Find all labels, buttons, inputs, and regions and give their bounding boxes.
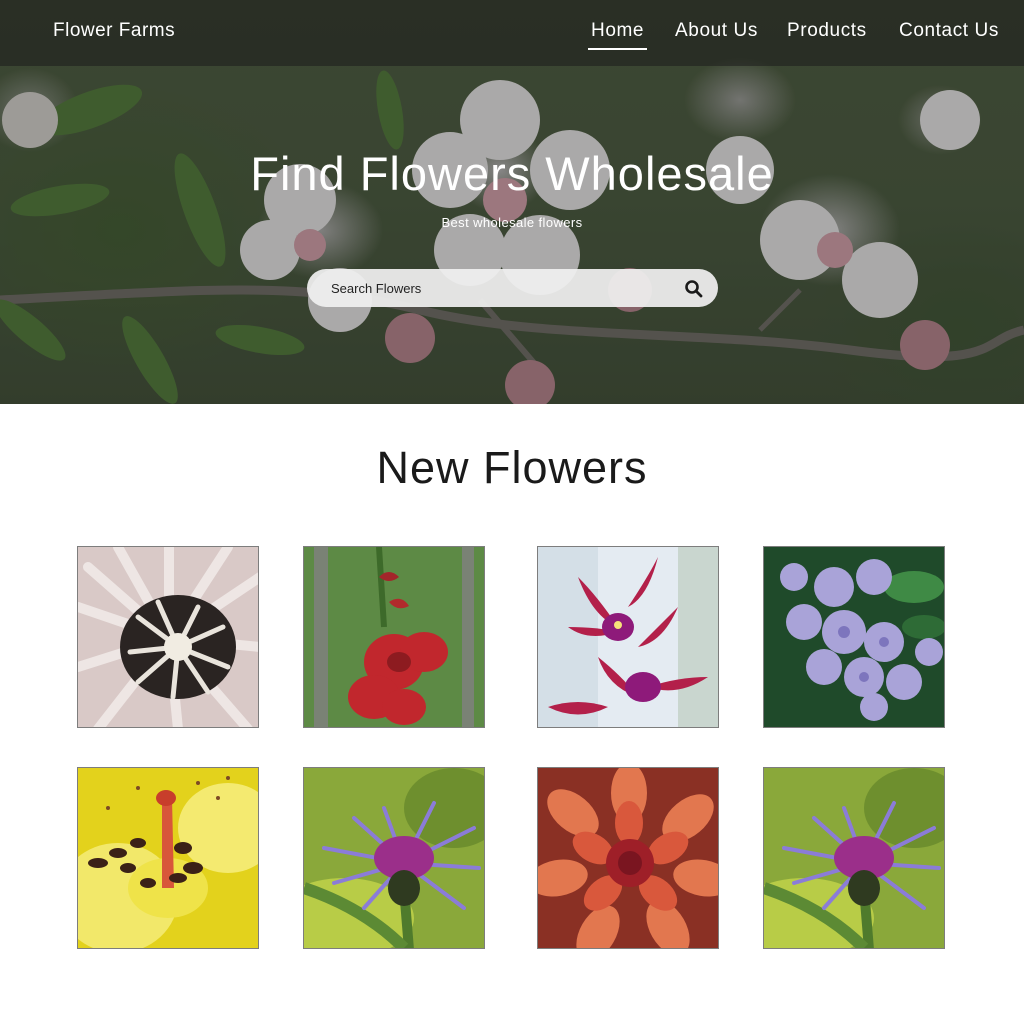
brand-logo[interactable]: Flower Farms bbox=[53, 20, 175, 42]
section-title: New Flowers bbox=[376, 442, 648, 493]
hero-title: Find Flowers Wholesale bbox=[250, 147, 774, 200]
hero-banner: Flower Farms Home About Us Products Cont… bbox=[0, 0, 1024, 404]
hero-subtitle: Best wholesale flowers bbox=[441, 215, 583, 230]
purple-cornflower-image bbox=[304, 768, 484, 948]
flower-card-sea-anemone[interactable] bbox=[77, 546, 259, 728]
flower-card-blue-bellflower[interactable] bbox=[763, 546, 945, 728]
nav-item-about-us[interactable]: About Us bbox=[675, 20, 758, 42]
search-input[interactable] bbox=[329, 269, 671, 307]
top-navbar: Flower Farms Home About Us Products Cont… bbox=[0, 0, 1024, 66]
red-gladiolus-image bbox=[304, 547, 484, 727]
flower-card-pink-orchid[interactable] bbox=[537, 546, 719, 728]
search-icon[interactable] bbox=[684, 279, 704, 299]
flower-card-purple-cornflower-1[interactable] bbox=[303, 767, 485, 949]
pink-orchid-image bbox=[538, 547, 718, 727]
nav-item-products[interactable]: Products bbox=[787, 20, 867, 42]
flower-card-yellow-lily[interactable] bbox=[77, 767, 259, 949]
yellow-lily-closeup-image bbox=[78, 768, 258, 948]
blue-bellflower-cluster-image bbox=[764, 547, 944, 727]
purple-cornflower-image bbox=[764, 768, 944, 948]
nav-item-contact-us[interactable]: Contact Us bbox=[899, 20, 999, 42]
flower-card-orange-dahlia[interactable] bbox=[537, 767, 719, 949]
sea-anemone-flower-image bbox=[78, 547, 258, 727]
search-bar bbox=[307, 269, 718, 307]
flower-card-purple-cornflower-2[interactable] bbox=[763, 767, 945, 949]
flower-card-red-gladiolus[interactable] bbox=[303, 546, 485, 728]
orange-dahlia-image bbox=[538, 768, 718, 948]
nav-item-home[interactable]: Home bbox=[587, 20, 648, 50]
